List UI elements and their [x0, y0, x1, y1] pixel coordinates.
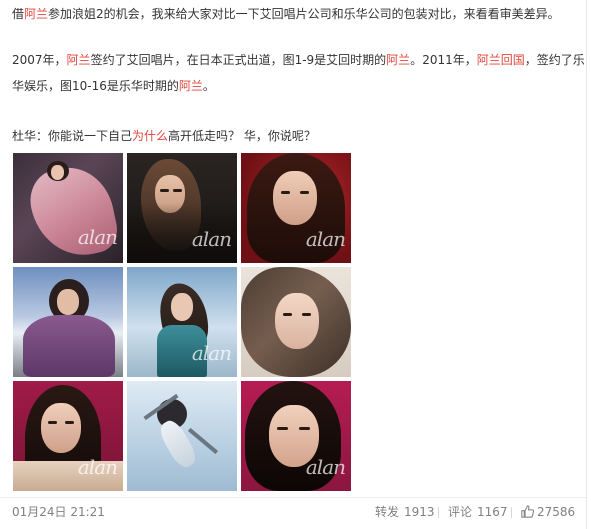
text-segment: 借: [12, 7, 25, 21]
divider: [438, 507, 439, 518]
post-text-line-2: 2007年，阿兰签约了艾回唱片，在日本正式出道，图1-9是艾回时期的阿兰。201…: [12, 50, 585, 70]
text-segment: 高开低走吗？ 华，你说呢？: [168, 129, 316, 143]
topic-link-alan-return[interactable]: 阿兰回国: [477, 53, 525, 67]
photo-thumbnail-1[interactable]: alan: [13, 153, 123, 263]
alan-watermark: alan: [77, 455, 118, 479]
photo-thumbnail-6[interactable]: [241, 267, 351, 377]
text-segment: 签约了艾回唱片，在日本正式出道，图1-9是艾回时期的: [90, 53, 387, 67]
comment-count: 1167: [477, 505, 508, 519]
image-grid: alan alan alan alan alan alan: [13, 153, 352, 491]
photo-thumbnail-7[interactable]: alan: [13, 381, 123, 491]
post-text-line-3: 华娱乐，图10-16是乐华时期的阿兰。: [12, 76, 215, 96]
topic-link-alan[interactable]: 阿兰: [179, 79, 203, 93]
card-border: [586, 0, 587, 529]
topic-link-alan[interactable]: 阿兰: [24, 7, 48, 21]
text-segment: 华娱乐，图10-16是乐华时期的: [12, 79, 179, 93]
divider: [511, 507, 512, 518]
alan-watermark: alan: [305, 227, 346, 251]
topic-link-alan[interactable]: 阿兰: [67, 53, 91, 67]
text-segment: 2007年，: [12, 53, 67, 67]
photo-thumbnail-5[interactable]: alan: [127, 267, 237, 377]
photo-thumbnail-3[interactable]: alan: [241, 153, 351, 263]
alan-watermark: alan: [305, 455, 346, 479]
text-segment: ，签约了乐: [524, 53, 585, 67]
footer-divider: [0, 497, 586, 498]
text-segment: 参加浪姐2的机会，我来给大家对比一下艾回唱片公司和乐华公司的包装对比，来看看审美…: [48, 7, 560, 21]
alan-watermark: alan: [77, 225, 118, 249]
repost-label: 转发: [375, 505, 400, 519]
photo-thumbnail-4[interactable]: [13, 267, 123, 377]
alan-watermark: alan: [191, 341, 232, 365]
post-text-line-1: 借阿兰参加浪姐2的机会，我来给大家对比一下艾回唱片公司和乐华公司的包装对比，来看…: [12, 4, 560, 24]
repost-count: 1913: [404, 505, 435, 519]
thumbs-up-icon: [521, 505, 537, 519]
text-segment: 。: [202, 79, 215, 93]
comment-label: 评论: [448, 505, 473, 519]
repost-button[interactable]: 转发 1913: [375, 504, 435, 520]
like-button[interactable]: 27586: [521, 504, 575, 520]
alan-watermark: alan: [191, 227, 232, 251]
comment-button[interactable]: 评论 1167: [448, 504, 508, 520]
topic-link-why[interactable]: 为什么: [132, 129, 168, 143]
topic-link-alan[interactable]: 阿兰: [386, 53, 410, 67]
photo-thumbnail-2[interactable]: alan: [127, 153, 237, 263]
photo-thumbnail-9[interactable]: alan: [241, 381, 351, 491]
like-count: 27586: [537, 505, 576, 519]
post-timestamp[interactable]: 01月24日 21:21: [12, 504, 105, 520]
text-segment: 。2011年，: [410, 53, 477, 67]
weibo-post-card: 借阿兰参加浪姐2的机会，我来给大家对比一下艾回唱片公司和乐华公司的包装对比，来看…: [0, 0, 591, 529]
post-text-line-4: 杜华：你能说一下自己为什么高开低走吗？ 华，你说呢？: [12, 126, 316, 146]
text-segment: 杜华：你能说一下自己: [12, 129, 133, 143]
photo-thumbnail-8[interactable]: [127, 381, 237, 491]
